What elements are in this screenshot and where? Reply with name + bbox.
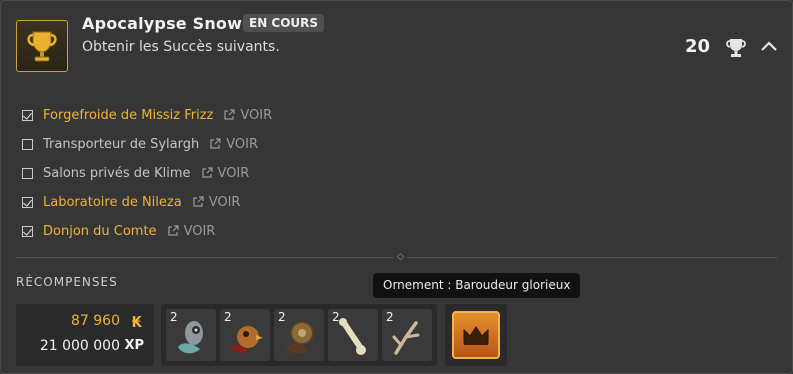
xp-amount: 21 000 000 [39,338,120,354]
crown-icon[interactable] [452,311,500,359]
xp-unit: XP [124,338,144,353]
objective-row: Salons privés de Klime VOIR [22,163,249,183]
objective-checkbox [22,109,33,121]
external-link-icon[interactable] [201,167,213,179]
reward-item[interactable]: 2 [382,309,432,361]
external-link-icon[interactable] [167,225,179,237]
rewards-heading: RÉCOMPENSES [16,275,118,289]
objective-checkbox [22,167,33,179]
external-link-icon[interactable] [192,196,204,208]
currency-rewards: 87 960 ₭ 21 000 000 XP [16,304,154,366]
reward-item[interactable]: 2 [328,309,378,361]
objective-row: Donjon du Comte VOIR [22,221,215,241]
external-link-icon[interactable] [209,138,221,150]
objective-label: Laboratoire de Nileza [43,194,182,210]
voir-link[interactable]: VOIR [209,195,241,210]
antler-icon [392,321,420,355]
ornament-reward [445,304,507,366]
objective-row: Transporteur de Sylargh VOIR [22,134,258,154]
objective-label: Donjon du Comte [43,223,157,239]
reward-item[interactable]: 2 [220,309,270,361]
objective-label: Forgefroide de Missiz Frizz [43,107,214,123]
points-trophy-icon [724,37,748,63]
achievement-subtitle: Obtenir les Succès suivants. [82,39,280,55]
voir-link[interactable]: VOIR [218,166,250,181]
item-rewards: 2 2 2 2 2 [161,304,437,366]
objective-row: Laboratoire de Nileza VOIR [22,192,240,212]
mask-icon [178,321,203,354]
divider-ornament-icon: ◇ [394,253,407,262]
wood-ring-icon [286,321,314,354]
reward-item[interactable]: 2 [166,309,216,361]
kamas-amount: 87 960 [71,313,120,329]
voir-link[interactable]: VOIR [240,108,272,123]
bird-icon [230,326,263,353]
achievement-trophy-icon [16,20,68,72]
achievement-title: Apocalypse Snow [82,14,243,33]
objective-checkbox [22,225,33,237]
kamas-icon: ₭ [131,313,142,331]
objective-label: Salons privés de Klime [43,165,191,181]
bone-icon [339,318,366,355]
status-badge: EN COURS [243,14,325,32]
achievement-points: 20 [685,36,711,57]
objective-checkbox [22,196,33,208]
ornament-tooltip: Ornement : Baroudeur glorieux [373,273,581,298]
objective-row: Forgefroide de Missiz Frizz VOIR [22,105,272,125]
objective-checkbox [22,138,33,150]
objective-label: Transporteur de Sylargh [43,136,200,152]
collapse-chevron-icon[interactable] [760,38,778,57]
external-link-icon[interactable] [223,109,235,121]
reward-item[interactable]: 2 [274,309,324,361]
voir-link[interactable]: VOIR [184,224,216,239]
voir-link[interactable]: VOIR [226,137,258,152]
